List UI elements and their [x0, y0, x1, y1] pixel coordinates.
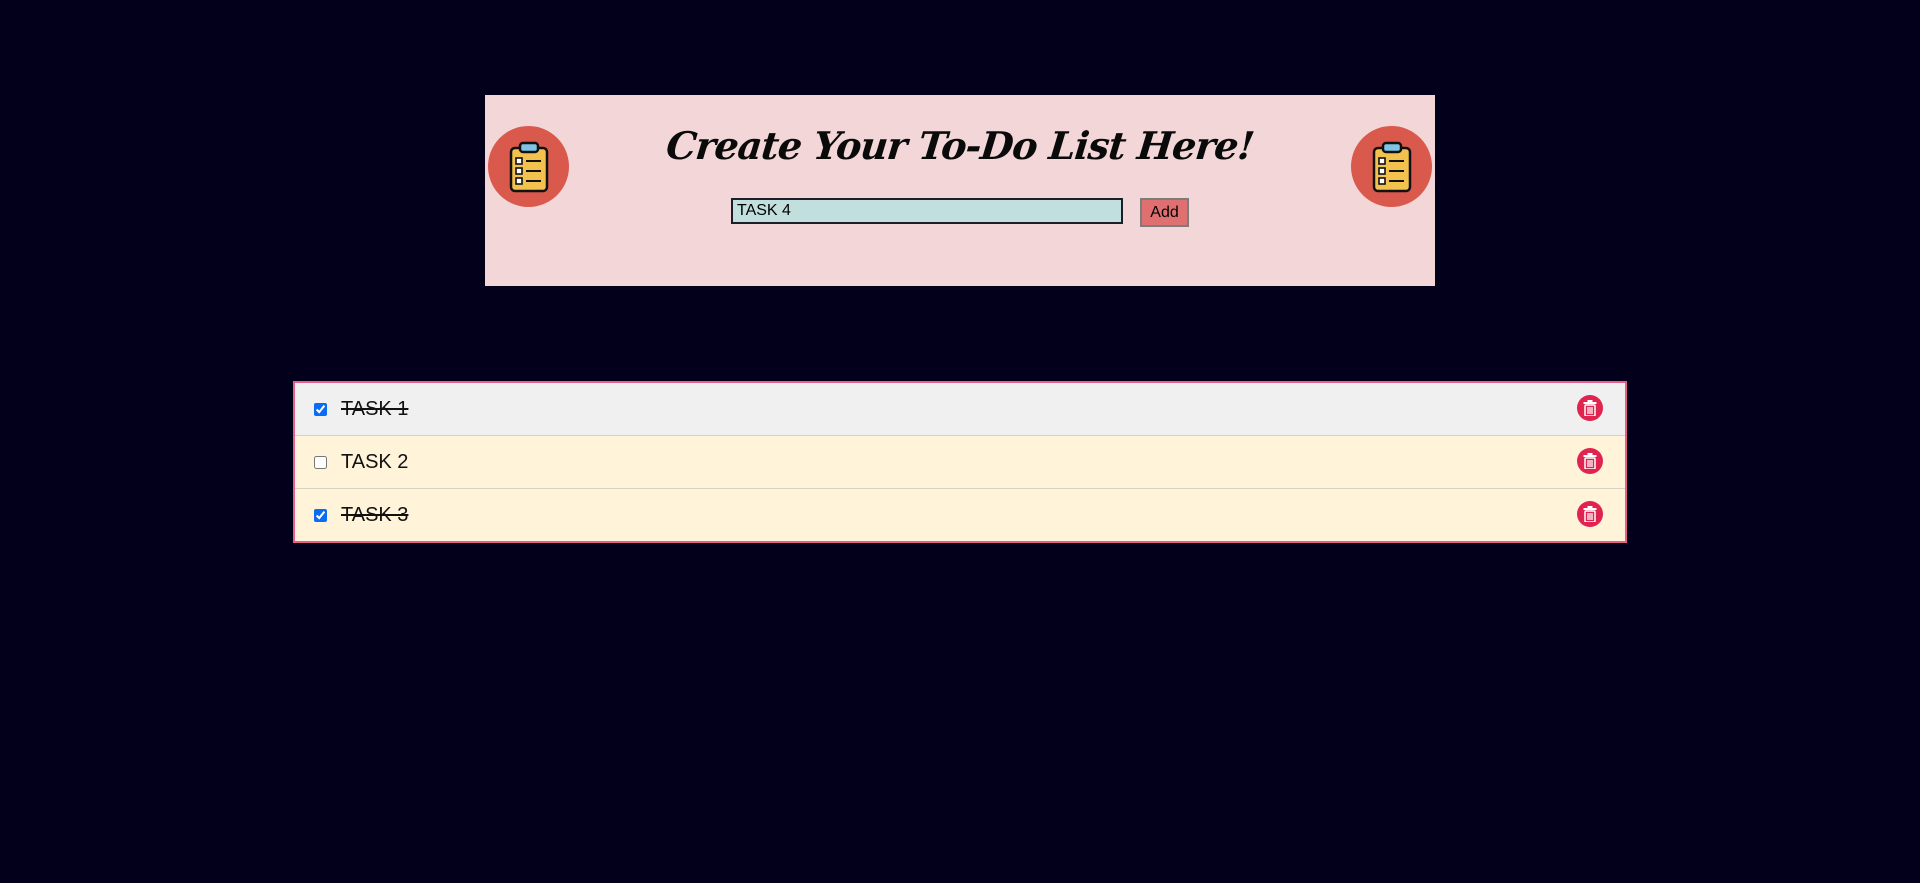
task-list: TASK 1 TASK 2 TASK 3 [293, 381, 1627, 543]
delete-task-button[interactable] [1577, 448, 1603, 474]
task-checkbox[interactable] [314, 455, 327, 469]
delete-task-button[interactable] [1577, 395, 1603, 421]
task-checkbox[interactable] [314, 402, 327, 416]
task-input[interactable] [731, 198, 1123, 224]
delete-task-button[interactable] [1577, 501, 1603, 527]
add-button[interactable]: Add [1140, 198, 1189, 227]
trash-icon [1583, 453, 1597, 469]
task-label: TASK 1 [341, 397, 409, 420]
page-title: Create Your To-Do List Here! [664, 123, 1256, 168]
task-label: TASK 2 [341, 450, 409, 473]
trash-icon [1583, 506, 1597, 522]
task-checkbox[interactable] [314, 508, 327, 522]
task-row: TASK 1 [295, 383, 1625, 436]
task-row: TASK 3 [295, 489, 1625, 541]
clipboard-checklist-icon [1351, 126, 1432, 207]
task-row: TASK 2 [295, 436, 1625, 489]
trash-icon [1583, 400, 1597, 416]
task-label: TASK 3 [341, 503, 409, 526]
header-card: Create Your To-Do List Here! Add [485, 95, 1435, 286]
